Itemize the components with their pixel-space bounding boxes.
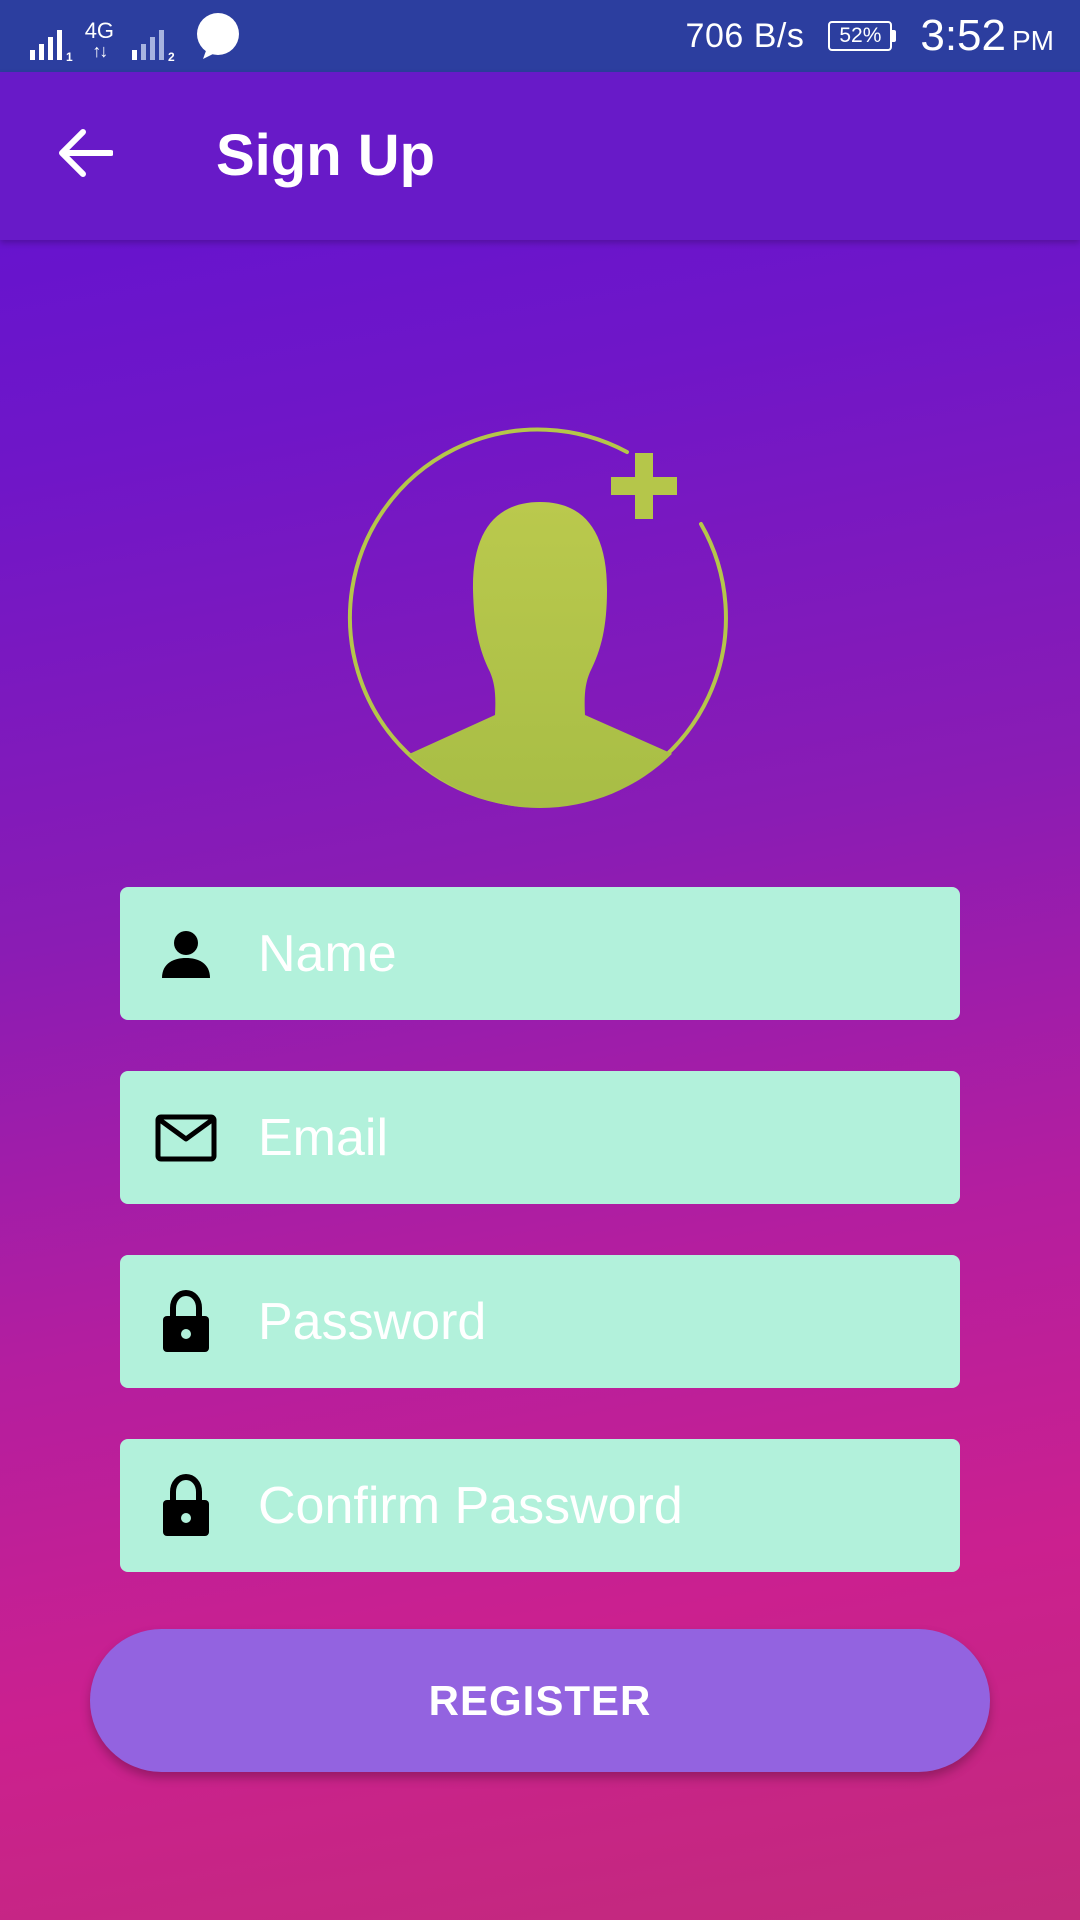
add-user-avatar[interactable]	[345, 420, 735, 810]
network-speed: 706 B/s	[685, 16, 805, 55]
sim1-label: 1	[66, 50, 73, 64]
clock-time: 3:52	[920, 11, 1006, 60]
page-title: Sign Up	[216, 123, 436, 188]
status-bar: 1 4G ↑↓ 2 706 B/s 52% 3:52 PM	[0, 0, 1080, 72]
back-button[interactable]	[44, 112, 126, 194]
name-field	[120, 887, 960, 1020]
network-type-label: 4G	[84, 18, 115, 43]
email-input[interactable]	[258, 1071, 938, 1204]
sim2-label: 2	[168, 50, 175, 64]
register-button[interactable]: REGISTER	[90, 1629, 990, 1772]
arrow-left-icon	[57, 128, 113, 178]
name-input[interactable]	[258, 887, 938, 1020]
signal-sim1-icon: 1	[30, 30, 73, 64]
lock-icon	[154, 1255, 218, 1388]
signal-sim2-icon: 2	[132, 30, 175, 64]
network-4g-icon: 4G ↑↓	[84, 18, 115, 61]
data-activity-arrows: ↑↓	[92, 41, 108, 61]
status-indicators: 1 4G ↑↓ 2	[30, 12, 241, 64]
mail-icon	[154, 1071, 218, 1204]
password-input[interactable]	[258, 1255, 938, 1388]
clock: 3:52 PM	[920, 11, 1054, 61]
email-field	[120, 1071, 960, 1204]
lock-icon	[154, 1439, 218, 1572]
password-field	[120, 1255, 960, 1388]
status-right: 706 B/s 52% 3:52 PM	[686, 0, 1054, 72]
clock-ampm: PM	[1012, 25, 1054, 56]
person-icon	[154, 887, 218, 1020]
confirm-password-input[interactable]	[258, 1439, 938, 1572]
confirm-password-field	[120, 1439, 960, 1572]
app-bar: Sign Up	[0, 72, 1080, 240]
battery-level: 52%	[828, 21, 893, 51]
battery-tip	[892, 30, 897, 42]
chat-bubble-icon	[195, 12, 241, 60]
add-user-avatar-icon	[345, 420, 735, 815]
battery-icon: 52%	[828, 21, 897, 51]
sign-up-form	[120, 887, 960, 1623]
